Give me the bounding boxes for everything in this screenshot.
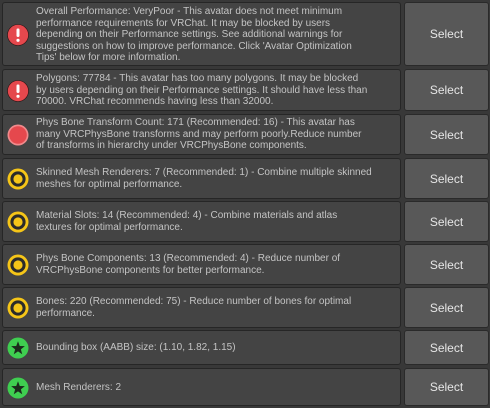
warning-text: Mesh Renderers: 2 (36, 382, 122, 393)
warning-text: Skinned Mesh Renderers: 7 (Recommended: … (36, 167, 372, 190)
warning-row: Skinned Mesh Renderers: 7 (Recommended: … (0, 158, 490, 199)
warning-text: Phys Bone Components: 13 (Recommended: 4… (36, 253, 341, 276)
warning-text: Bounding box (AABB) size: (1.10, 1.82, 1… (36, 342, 236, 353)
warning-message-box: Polygons: 77784 - This avatar has too ma… (2, 69, 401, 111)
warning-circle-icon (7, 168, 29, 190)
select-button[interactable]: Select (404, 330, 489, 365)
star-icon (7, 337, 29, 359)
warning-row: Bones: 220 (Recommended: 75) - Reduce nu… (0, 287, 490, 328)
warning-circle-icon (7, 297, 29, 319)
warning-text: Polygons: 77784 - This avatar has too ma… (36, 73, 368, 108)
select-button[interactable]: Select (404, 69, 489, 111)
warning-row: Mesh Renderers: 2 Select (0, 368, 490, 406)
warning-message-box: Mesh Renderers: 2 (2, 368, 401, 406)
select-button[interactable]: Select (404, 114, 489, 155)
warning-row: Material Slots: 14 (Recommended: 4) - Co… (0, 201, 490, 242)
warning-message-box: Bones: 220 (Recommended: 75) - Reduce nu… (2, 287, 401, 328)
warning-message-box: Phys Bone Transform Count: 171 (Recommen… (2, 114, 401, 155)
warning-circle-icon (7, 254, 29, 276)
warning-text: Phys Bone Transform Count: 171 (Recommen… (36, 117, 362, 152)
select-button[interactable]: Select (404, 287, 489, 328)
select-button[interactable]: Select (404, 2, 489, 66)
warning-message-box: Overall Performance: VeryPoor - This ava… (2, 2, 401, 66)
error-exclamation-icon (7, 80, 29, 102)
error-exclamation-icon (7, 24, 29, 46)
warning-row: Overall Performance: VeryPoor - This ava… (0, 2, 490, 66)
select-button[interactable]: Select (404, 158, 489, 199)
star-icon (7, 377, 29, 399)
select-button[interactable]: Select (404, 368, 489, 406)
warning-message-box: Material Slots: 14 (Recommended: 4) - Co… (2, 201, 401, 242)
error-circle-icon (7, 124, 29, 146)
warning-message-box: Skinned Mesh Renderers: 7 (Recommended: … (2, 158, 401, 199)
warning-row: Phys Bone Transform Count: 171 (Recommen… (0, 114, 490, 155)
performance-warning-list: Overall Performance: VeryPoor - This ava… (0, 0, 490, 408)
select-button[interactable]: Select (404, 244, 489, 285)
warning-message-box: Bounding box (AABB) size: (1.10, 1.82, 1… (2, 330, 401, 365)
warning-circle-icon (7, 211, 29, 233)
warning-text: Bones: 220 (Recommended: 75) - Reduce nu… (36, 296, 352, 319)
warning-text: Material Slots: 14 (Recommended: 4) - Co… (36, 210, 338, 233)
warning-row: Bounding box (AABB) size: (1.10, 1.82, 1… (0, 330, 490, 365)
warning-message-box: Phys Bone Components: 13 (Recommended: 4… (2, 244, 401, 285)
warning-row: Phys Bone Components: 13 (Recommended: 4… (0, 244, 490, 285)
select-button[interactable]: Select (404, 201, 489, 242)
warning-row: Polygons: 77784 - This avatar has too ma… (0, 69, 490, 111)
warning-text: Overall Performance: VeryPoor - This ava… (36, 6, 352, 64)
